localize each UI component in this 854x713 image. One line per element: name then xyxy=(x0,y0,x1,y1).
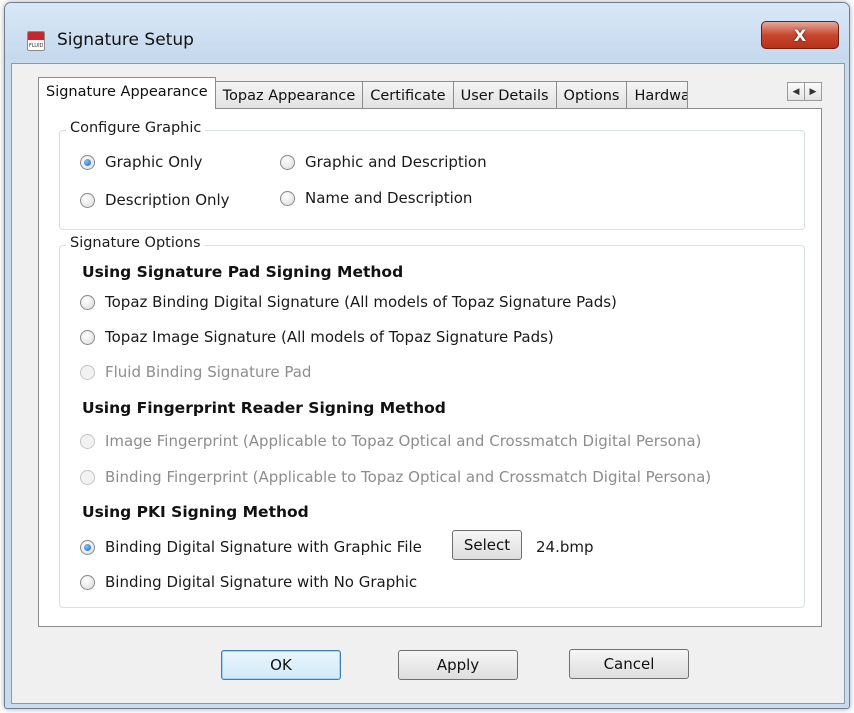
radio-topaz-binding-digital-signature[interactable]: Topaz Binding Digital Signature (All mod… xyxy=(80,293,617,311)
signature-options-group: Signature Options Using Signature Pad Si… xyxy=(59,235,805,608)
window-title: Signature Setup xyxy=(57,30,194,50)
radio-binding-no-graphic[interactable]: Binding Digital Signature with No Graphi… xyxy=(80,573,417,591)
apply-button[interactable]: Apply xyxy=(398,650,518,680)
radio-disabled-icon xyxy=(80,469,95,485)
radio-label: Name and Description xyxy=(305,189,473,207)
radio-label: Binding Digital Signature with Graphic F… xyxy=(105,538,422,556)
tab-strip: Signature Appearance Topaz Appearance Ce… xyxy=(38,77,689,109)
radio-selected-icon xyxy=(80,154,95,170)
radio-label: Description Only xyxy=(105,191,230,209)
tab-signature-appearance[interactable]: Signature Appearance xyxy=(38,77,216,109)
dialog-client-area: Signature Appearance Topaz Appearance Ce… xyxy=(11,63,845,704)
radio-label: Graphic Only xyxy=(105,153,203,171)
radio-disabled-icon xyxy=(80,433,95,449)
radio-description-only[interactable]: Description Only xyxy=(80,191,230,209)
close-button[interactable]: X xyxy=(761,21,839,49)
radio-label: Binding Fingerprint (Applicable to Topaz… xyxy=(105,468,712,486)
cancel-button[interactable]: Cancel xyxy=(569,649,689,679)
pki-method-heading: Using PKI Signing Method xyxy=(82,503,309,521)
pad-method-heading: Using Signature Pad Signing Method xyxy=(82,263,404,281)
radio-label: Topaz Image Signature (All models of Top… xyxy=(105,328,554,346)
radio-selected-icon xyxy=(80,539,95,555)
radio-disabled-icon xyxy=(80,364,95,380)
scroll-right-icon[interactable]: ▶ xyxy=(804,82,822,101)
tab-certificate[interactable]: Certificate xyxy=(362,81,454,109)
radio-binding-fingerprint: Binding Fingerprint (Applicable to Topaz… xyxy=(80,468,711,486)
radio-unselected-icon xyxy=(280,190,295,206)
tab-user-details[interactable]: User Details xyxy=(452,81,557,109)
radio-unselected-icon xyxy=(80,294,95,310)
radio-label: Binding Digital Signature with No Graphi… xyxy=(105,573,418,591)
radio-label: Fluid Binding Signature Pad xyxy=(105,363,312,381)
radio-unselected-icon xyxy=(80,192,95,208)
selected-file-name: 24.bmp xyxy=(536,538,594,556)
radio-unselected-icon xyxy=(80,329,95,345)
tab-scroll-buttons: ◀ ▶ xyxy=(787,82,822,101)
scroll-left-icon[interactable]: ◀ xyxy=(787,82,805,101)
title-bar[interactable]: FLUID Signature Setup X xyxy=(5,3,849,59)
radio-label: Image Fingerprint (Applicable to Topaz O… xyxy=(105,432,702,450)
radio-unselected-icon xyxy=(80,574,95,590)
radio-fluid-binding-signature-pad: Fluid Binding Signature Pad xyxy=(80,363,311,381)
radio-binding-with-graphic-file[interactable]: Binding Digital Signature with Graphic F… xyxy=(80,538,422,556)
configure-graphic-group: Configure Graphic Graphic Only Graphic a… xyxy=(59,120,805,230)
configure-graphic-title: Configure Graphic xyxy=(66,120,206,136)
app-icon: FLUID xyxy=(27,31,45,51)
ok-button[interactable]: OK xyxy=(221,650,341,680)
radio-topaz-image-signature[interactable]: Topaz Image Signature (All models of Top… xyxy=(80,328,554,346)
radio-unselected-icon xyxy=(280,154,295,170)
close-icon: X xyxy=(793,25,807,45)
radio-label: Graphic and Description xyxy=(305,153,487,171)
radio-label: Topaz Binding Digital Signature (All mod… xyxy=(105,293,617,311)
signature-appearance-panel: Configure Graphic Graphic Only Graphic a… xyxy=(38,108,822,627)
signature-options-title: Signature Options xyxy=(66,235,205,251)
radio-graphic-and-description[interactable]: Graphic and Description xyxy=(280,153,487,171)
signature-setup-window: FLUID Signature Setup X Signature Appear… xyxy=(4,2,850,709)
fingerprint-method-heading: Using Fingerprint Reader Signing Method xyxy=(82,399,446,417)
radio-name-and-description[interactable]: Name and Description xyxy=(280,189,472,207)
tab-hardware[interactable]: Hardware xyxy=(626,81,689,109)
select-graphic-button[interactable]: Select xyxy=(452,530,522,560)
tab-topaz-appearance[interactable]: Topaz Appearance xyxy=(214,81,364,109)
tab-options[interactable]: Options xyxy=(555,81,628,109)
radio-graphic-only[interactable]: Graphic Only xyxy=(80,153,203,171)
radio-image-fingerprint: Image Fingerprint (Applicable to Topaz O… xyxy=(80,432,701,450)
